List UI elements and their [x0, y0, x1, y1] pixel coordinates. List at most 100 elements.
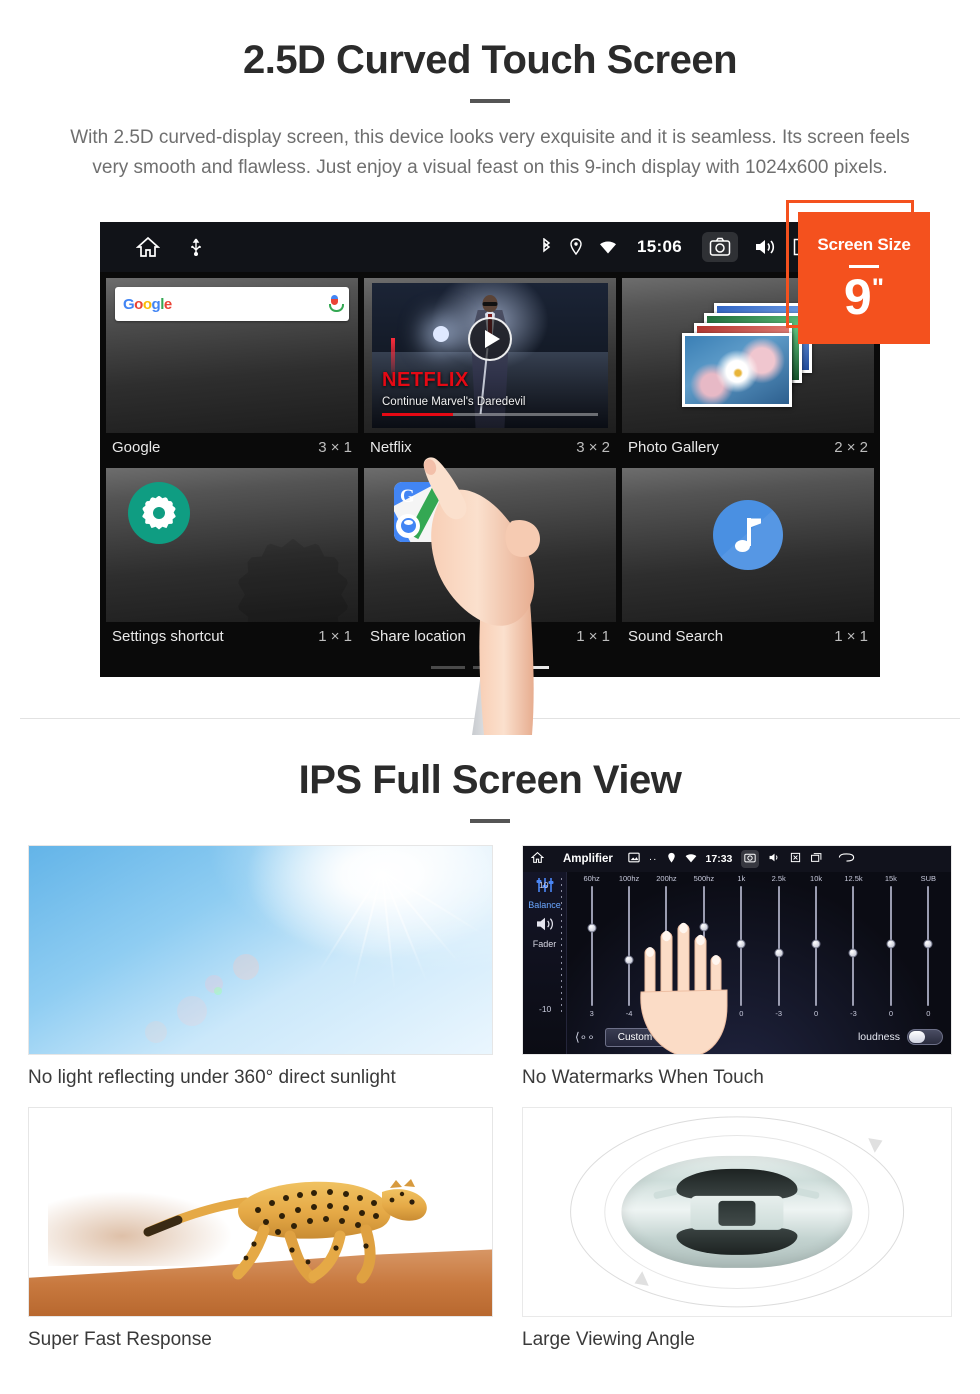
eq-band-label: 12.5k — [844, 874, 863, 883]
widget-card-sound-search[interactable]: Sound Search 1 × 1 — [622, 467, 874, 654]
eq-band[interactable]: 12.5k -3 — [837, 874, 870, 1018]
badge-divider — [849, 264, 879, 268]
camera-icon[interactable] — [741, 850, 760, 868]
eq-band-knob[interactable] — [848, 948, 858, 958]
eq-band-knob[interactable] — [811, 939, 821, 949]
amplifier-status-bar: Amplifier ·· 17:33 — [523, 846, 951, 872]
google-search-box[interactable]: Google — [115, 287, 349, 321]
eq-band-value: -3 — [775, 1009, 783, 1018]
widget-size: 2 × 2 — [834, 438, 868, 456]
eq-band-label: 500hz — [693, 874, 715, 883]
page-dot[interactable] — [431, 666, 465, 669]
status-bar-clock: 15:06 — [637, 237, 682, 256]
car-viewing-angle-image — [522, 1107, 952, 1317]
eq-band-knob[interactable] — [886, 939, 896, 949]
widget-name: Google — [112, 438, 161, 456]
eq-band-label: 10k — [810, 874, 823, 883]
loudness-toggle[interactable] — [907, 1029, 943, 1045]
widget-card-google[interactable]: Google Google 3 × 1 — [106, 278, 358, 464]
eq-band-value: 0 — [926, 1009, 931, 1018]
preset-prev-icon[interactable]: ⟨∘∘ — [575, 1030, 595, 1044]
eq-band-label: 2.5k — [771, 874, 786, 883]
wifi-icon[interactable] — [685, 853, 697, 866]
badge-value: 9" — [844, 272, 884, 322]
wifi-icon[interactable] — [599, 240, 617, 254]
eq-band-knob[interactable] — [774, 948, 784, 958]
widget-card-share-location[interactable]: G Share location 1 × 1 — [364, 467, 616, 654]
feature-card-sunlight: No light reflecting under 360° direct su… — [28, 845, 493, 1089]
microphone-icon[interactable] — [327, 294, 344, 314]
location-icon[interactable] — [667, 852, 676, 867]
eq-band-label: 1k — [737, 874, 746, 883]
eq-band-track[interactable] — [624, 886, 634, 1006]
eq-band-track[interactable] — [848, 886, 858, 1006]
netflix-car-light — [433, 326, 450, 343]
eq-band-value: 3 — [589, 1009, 594, 1018]
feature-caption: No Watermarks When Touch — [522, 1067, 764, 1088]
badge-unit: " — [871, 271, 885, 302]
gear-watermark-icon — [237, 538, 350, 622]
close-box-icon[interactable] — [790, 852, 801, 866]
eq-band[interactable]: 2.5k -3 — [762, 874, 795, 1018]
scale-bottom-value: -10 — [539, 1004, 552, 1014]
amplifier-clock: 17:33 — [705, 853, 733, 865]
eq-band[interactable]: 60hz 3 — [575, 874, 608, 1018]
section-ips-header: IPS Full Screen View — [0, 758, 980, 823]
widget-card-settings-shortcut[interactable]: Settings shortcut 1 × 1 — [106, 467, 358, 654]
eq-band[interactable]: 15k 0 — [874, 874, 907, 1018]
widget-size: 3 × 1 — [318, 438, 352, 456]
gallery-icon[interactable] — [628, 852, 640, 866]
eq-band-track[interactable] — [811, 886, 821, 1006]
netflix-brand: NETFLIX — [382, 368, 469, 391]
eq-band-value: -3 — [850, 1009, 857, 1018]
home-icon[interactable] — [136, 235, 160, 259]
screen-size-badge: Screen Size 9" — [798, 212, 930, 344]
cheetah-silhouette — [143, 1178, 427, 1284]
page-indicator[interactable] — [100, 666, 880, 669]
section-description: With 2.5D curved-display screen, this de… — [70, 127, 910, 178]
location-icon[interactable] — [569, 238, 583, 256]
netflix-subtitle: Continue Marvel's Daredevil — [382, 395, 526, 408]
eq-band-track[interactable] — [774, 886, 784, 1006]
google-logo: Google — [123, 295, 172, 313]
widget-size: 1 × 1 — [318, 628, 352, 645]
ips-feature-grid: No light reflecting under 360° direct su… — [28, 845, 952, 1351]
section-curved-screen-header: 2.5D Curved Touch Screen With 2.5D curve… — [0, 0, 980, 183]
touch-hand-overlay — [640, 922, 728, 1054]
eq-band-label: 200hz — [656, 874, 677, 883]
play-icon[interactable] — [468, 317, 512, 362]
feature-card-amplifier: Amplifier ·· 17:33 Balance Fader 10 -10 … — [522, 845, 952, 1089]
badge-title: Screen Size — [817, 234, 911, 254]
page-dot[interactable] — [473, 666, 507, 669]
eq-band[interactable]: 10k 0 — [799, 874, 832, 1018]
amplifier-screenshot: Amplifier ·· 17:33 Balance Fader 10 -10 … — [522, 845, 952, 1055]
eq-band[interactable]: SUB 0 — [912, 874, 945, 1018]
back-icon[interactable] — [838, 852, 855, 866]
feature-caption: Super Fast Response — [28, 1329, 212, 1350]
equalizer-scale: 10 -10 — [539, 874, 571, 1018]
more-icon[interactable]: ·· — [649, 854, 658, 865]
eq-band-label: SUB — [920, 874, 937, 883]
eq-band-knob[interactable] — [587, 923, 597, 933]
recents-icon[interactable] — [810, 852, 823, 866]
bluetooth-icon[interactable] — [540, 238, 553, 256]
eq-band-knob[interactable] — [923, 939, 933, 949]
usb-icon[interactable] — [188, 237, 204, 257]
android-device-screen: 15:06 Google Google 3 × 1 NETFLIX Contin… — [100, 222, 880, 677]
page-dot-active[interactable] — [515, 666, 549, 669]
feature-caption: Large Viewing Angle — [522, 1329, 695, 1350]
widget-name: Netflix — [370, 438, 412, 456]
eq-band-track[interactable] — [886, 886, 896, 1006]
netflix-progress-bar — [382, 412, 598, 416]
widget-preview-settings — [106, 467, 358, 622]
widget-picker-grid: Google Google 3 × 1 NETFLIX Continue Mar… — [100, 272, 880, 653]
widget-card-netflix[interactable]: NETFLIX Continue Marvel's Daredevil Netf… — [364, 278, 616, 464]
eq-band-track[interactable] — [587, 886, 597, 1006]
volume-icon[interactable] — [754, 237, 776, 257]
eq-band-track[interactable] — [923, 886, 933, 1006]
widget-size: 1 × 1 — [576, 628, 610, 645]
eq-band-value: 0 — [888, 1009, 893, 1018]
home-icon[interactable] — [530, 851, 545, 867]
volume-icon[interactable] — [768, 852, 781, 866]
camera-icon[interactable] — [702, 232, 738, 262]
